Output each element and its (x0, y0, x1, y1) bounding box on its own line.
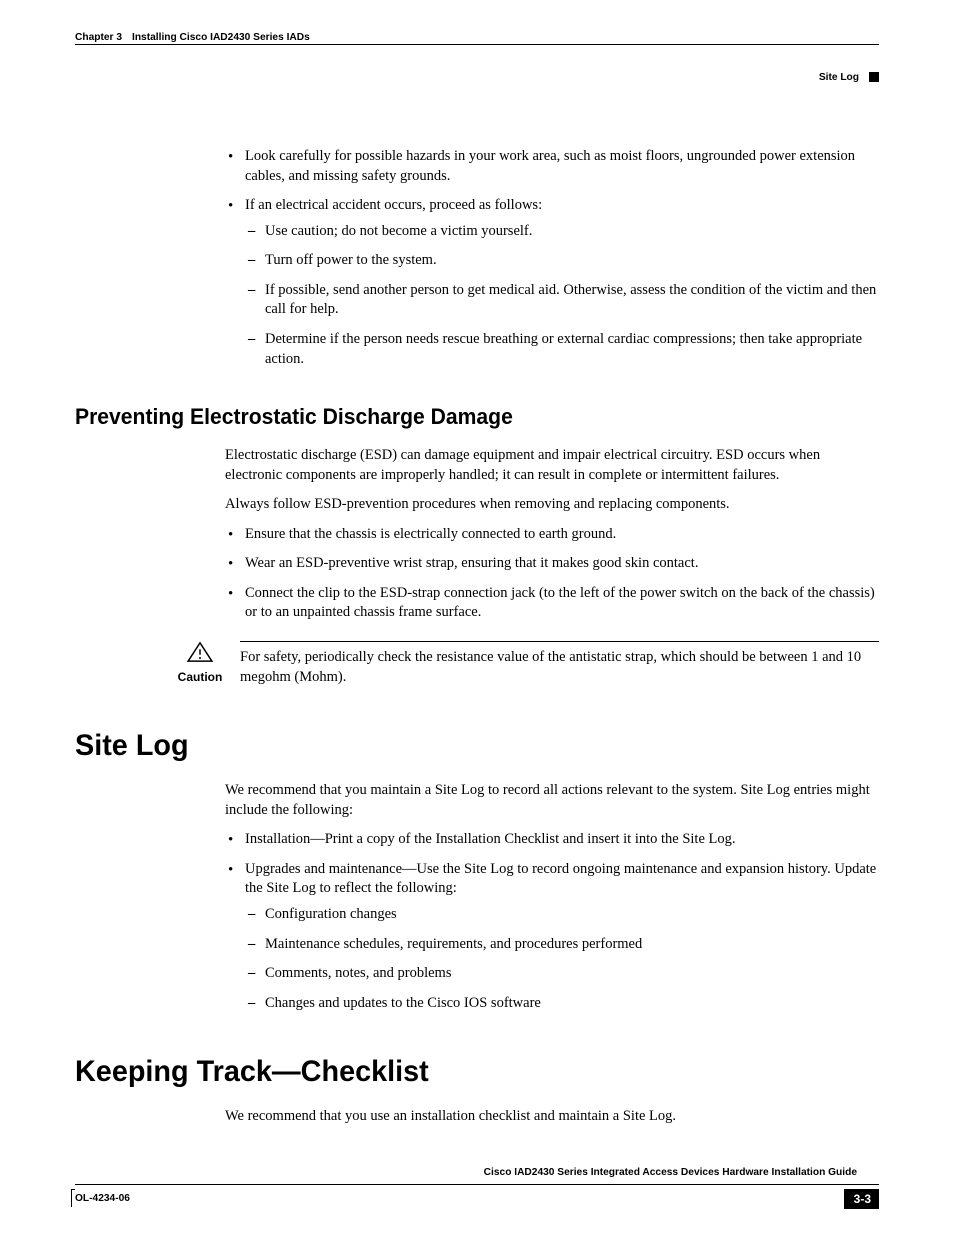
list-item: Upgrades and maintenance—Use the Site Lo… (225, 860, 879, 1013)
list-item: Look carefully for possible hazards in y… (225, 147, 879, 186)
footer-doc-num: OL-4234-06 (75, 1193, 130, 1204)
list-item: Changes and updates to the Cisco IOS sof… (245, 994, 879, 1014)
esd-section: Electrostatic discharge (ESD) can damage… (225, 446, 879, 623)
caution-block: Caution For safety, periodically check t… (170, 641, 879, 687)
list-item: Comments, notes, and problems (245, 964, 879, 984)
page-subheader: Site Log (75, 72, 879, 97)
list-item: Wear an ESD-preventive wrist strap, ensu… (225, 554, 879, 574)
list-item-text: If an electrical accident occurs, procee… (245, 197, 542, 213)
list-item: Turn off power to the system. (245, 251, 879, 271)
caution-text: For safety, periodically check the resis… (240, 649, 861, 685)
site-log-section: We recommend that you maintain a Site Lo… (225, 781, 879, 1013)
list-item: Connect the clip to the ESD-strap connec… (225, 584, 879, 623)
chapter-number: Chapter 3 (75, 32, 122, 43)
caution-icon (186, 641, 214, 663)
safety-bullets: Look carefully for possible hazards in y… (225, 147, 879, 369)
list-item-text: Upgrades and maintenance—Use the Site Lo… (245, 861, 876, 897)
list-item: Maintenance schedules, requirements, and… (245, 935, 879, 955)
footer-doc-title: Cisco IAD2430 Series Integrated Access D… (75, 1167, 857, 1178)
heading-site-log: Site Log (75, 729, 847, 763)
list-item: Installation—Print a copy of the Install… (225, 830, 879, 850)
page-header: Chapter 3 Installing Cisco IAD2430 Series… (75, 30, 879, 60)
caution-rule (240, 641, 879, 642)
header-rule (75, 44, 879, 45)
page-footer: Cisco IAD2430 Series Integrated Access D… (75, 1167, 879, 1209)
header-marker-block (869, 72, 879, 82)
caution-left: Caution (170, 641, 230, 684)
paragraph: Electrostatic discharge (ESD) can damage… (225, 446, 879, 485)
footer-rule (75, 1184, 879, 1185)
list-item: If possible, send another person to get … (245, 281, 879, 320)
checklist-section: We recommend that you use an installatio… (225, 1107, 879, 1127)
heading-checklist: Keeping Track—Checklist (75, 1055, 847, 1089)
list-item: Configuration changes (245, 905, 879, 925)
list-item: Determine if the person needs rescue bre… (245, 330, 879, 369)
chapter-title: Installing Cisco IAD2430 Series IADs (132, 32, 310, 43)
list-item: If an electrical accident occurs, procee… (225, 196, 879, 369)
section-label: Site Log (819, 72, 859, 83)
list-item: Ensure that the chassis is electrically … (225, 525, 879, 545)
footer-bottom: OL-4234-06 3-3 (75, 1191, 879, 1209)
paragraph: We recommend that you use an installatio… (225, 1107, 879, 1127)
chapter-label: Chapter 3 Installing Cisco IAD2430 Series… (75, 32, 314, 43)
page-content: Look carefully for possible hazards in y… (75, 147, 879, 1127)
caution-label: Caution (170, 670, 230, 684)
heading-esd: Preventing Electrostatic Discharge Damag… (75, 404, 847, 430)
footer-page-num: 3-3 (844, 1189, 879, 1209)
list-item: Use caution; do not become a victim your… (245, 222, 879, 242)
paragraph: Always follow ESD-prevention procedures … (225, 495, 879, 515)
paragraph: We recommend that you maintain a Site Lo… (225, 781, 879, 820)
caution-right: For safety, periodically check the resis… (240, 641, 879, 687)
